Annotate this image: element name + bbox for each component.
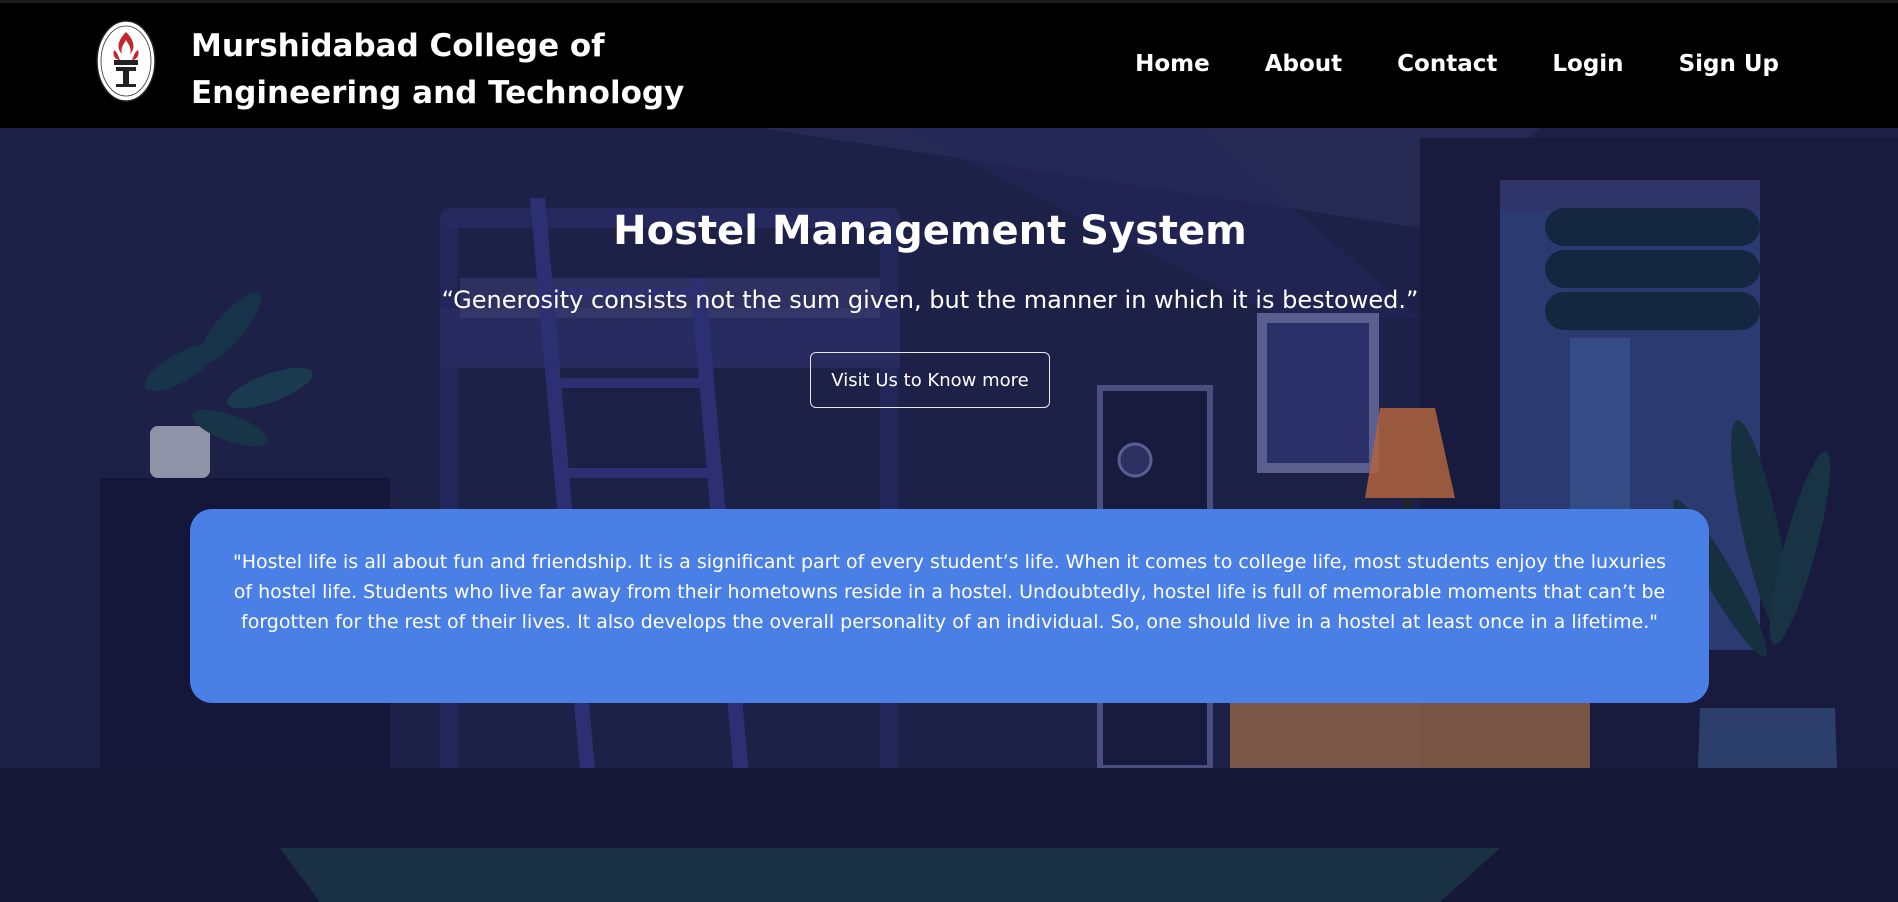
hero-quote: “Generosity consists not the sum given, … (441, 286, 1419, 314)
college-name: Murshidabad College of Engineering and T… (191, 28, 685, 111)
main-nav: Home About Contact Login Sign Up (1080, 51, 1779, 77)
info-text: "Hostel life is all about fun and friend… (233, 551, 1666, 633)
nav-contact[interactable]: Contact (1397, 51, 1497, 77)
page: Murshidabad College of Engineering and T… (0, 0, 1898, 902)
nav-login[interactable]: Login (1552, 51, 1623, 77)
site-header: Murshidabad College of Engineering and T… (0, 0, 1898, 128)
nav-home[interactable]: Home (1135, 51, 1210, 77)
hero-title: Hostel Management System (613, 208, 1247, 254)
info-card: "Hostel life is all about fun and friend… (190, 509, 1709, 703)
nav-sign-up[interactable]: Sign Up (1679, 51, 1779, 77)
visit-us-button[interactable]: Visit Us to Know more (810, 352, 1050, 408)
nav-about[interactable]: About (1265, 51, 1342, 77)
hero-section: Hostel Management System “Generosity con… (0, 128, 1898, 902)
college-crest-icon[interactable] (96, 20, 156, 102)
